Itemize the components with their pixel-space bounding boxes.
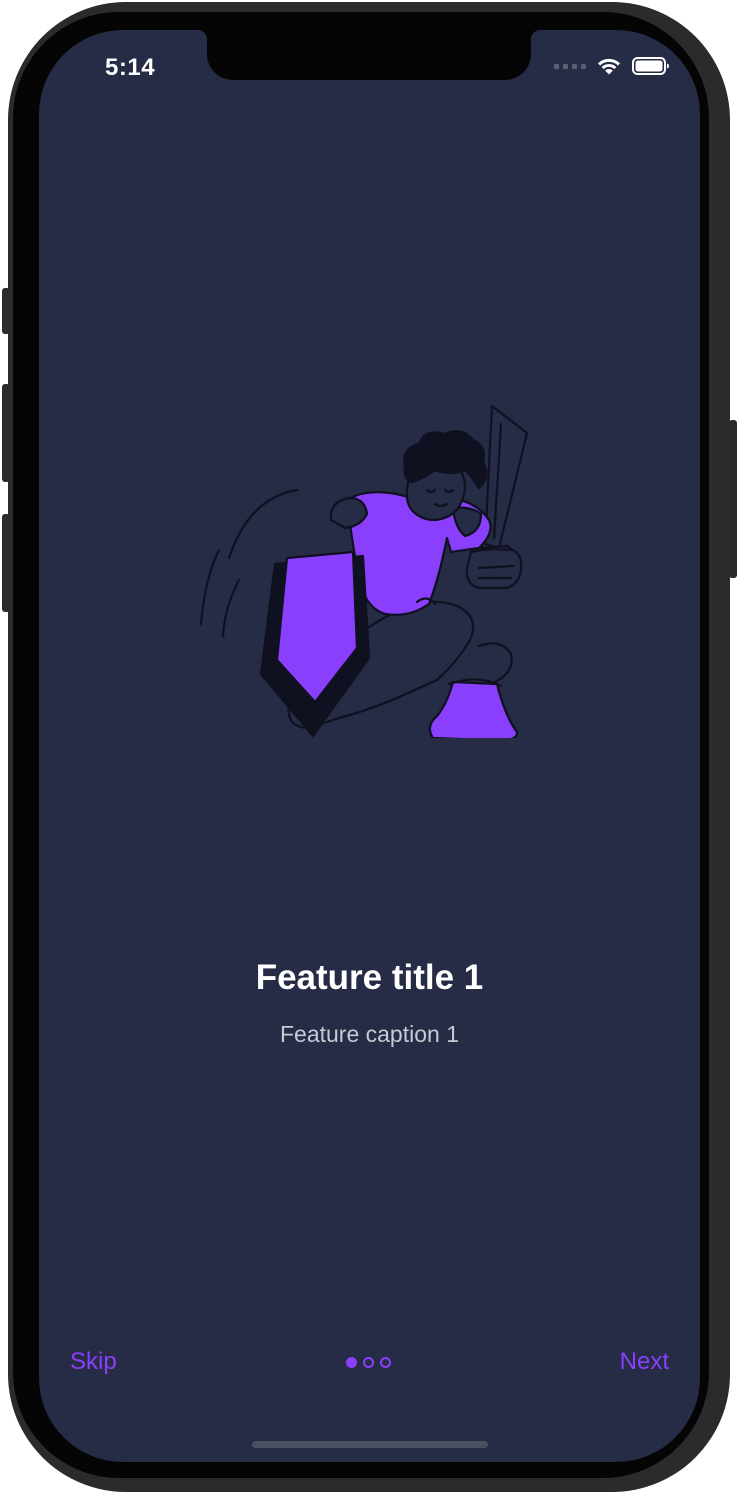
page-dot-1-active[interactable] xyxy=(346,1357,357,1368)
page-dot-2[interactable] xyxy=(363,1357,374,1368)
screen: 5:14 Feature title 1 Feature caption 1 S… xyxy=(39,30,700,1462)
power-button xyxy=(729,420,737,578)
page-dot-3[interactable] xyxy=(380,1357,391,1368)
volume-up-button xyxy=(2,384,10,482)
volume-down-button xyxy=(2,514,10,612)
knight-illustration xyxy=(189,398,549,742)
status-icons xyxy=(554,56,670,76)
notch xyxy=(197,30,541,80)
page-indicator[interactable] xyxy=(346,1357,391,1368)
silent-switch xyxy=(2,288,10,334)
feature-title: Feature title 1 xyxy=(255,958,484,997)
home-indicator[interactable] xyxy=(252,1441,488,1448)
skip-button[interactable]: Skip xyxy=(70,1348,117,1376)
status-time: 5:14 xyxy=(105,54,156,81)
wifi-icon xyxy=(596,56,622,76)
feature-caption: Feature caption 1 xyxy=(279,1021,459,1047)
cellular-signal-icon xyxy=(554,63,586,69)
battery-icon xyxy=(632,56,670,76)
next-button[interactable]: Next xyxy=(620,1348,669,1376)
